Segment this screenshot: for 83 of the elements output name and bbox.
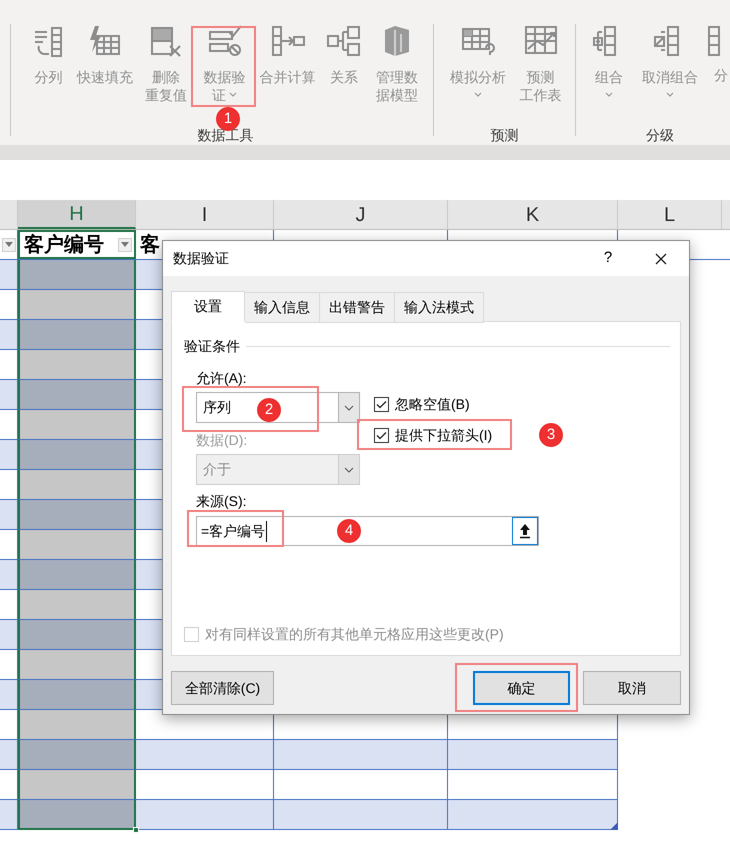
table-cell	[0, 380, 18, 410]
column-header[interactable]: J	[274, 200, 448, 229]
checkbox-label: 对有同样设置的所有其他单元格应用这些更改(P)	[205, 625, 504, 644]
merge-arrow-icon	[270, 24, 306, 58]
table-cell[interactable]	[18, 440, 136, 470]
table-cell	[0, 650, 18, 680]
tab[interactable]: 出错警告	[320, 292, 395, 323]
help-button[interactable]: ?	[593, 244, 623, 274]
table-cell[interactable]	[18, 260, 136, 290]
table-cell[interactable]	[18, 410, 136, 440]
table-cell	[0, 440, 18, 470]
section-title: 验证条件	[184, 337, 240, 356]
validation-list-icon	[206, 24, 242, 58]
dialog-button[interactable]: 全部清除(C)	[171, 671, 274, 705]
upload-arrow-icon	[519, 523, 531, 539]
tab[interactable]: 输入法模式	[395, 292, 484, 323]
table-cell[interactable]	[18, 500, 136, 530]
dialog-button[interactable]: 取消	[583, 671, 681, 705]
subtotal-icon	[708, 26, 720, 56]
table-cell[interactable]	[18, 470, 136, 500]
table-cell[interactable]	[18, 530, 136, 560]
table-cell[interactable]	[18, 710, 136, 740]
table-cell[interactable]	[18, 290, 136, 320]
table-cell	[0, 320, 18, 350]
table-cell[interactable]	[18, 590, 136, 620]
table-cell[interactable]	[18, 350, 136, 380]
table-cell	[0, 710, 18, 740]
tab[interactable]: 输入信息	[245, 292, 320, 323]
field-label: 允许(A):	[196, 369, 248, 387]
table-cell	[0, 560, 18, 590]
table-cell[interactable]	[18, 770, 136, 800]
checkbox[interactable]	[374, 428, 389, 442]
chevron-down-icon	[344, 466, 354, 472]
table-cell[interactable]	[18, 740, 136, 770]
caret-down-icon	[4, 242, 12, 247]
table-cell	[0, 500, 18, 530]
caret-down-icon	[121, 242, 129, 247]
checkmark-icon	[376, 400, 387, 408]
table-cell	[0, 290, 18, 320]
table-cell	[0, 470, 18, 500]
group-label: 分级	[646, 126, 674, 145]
column-header[interactable]: K	[448, 200, 618, 229]
table-cell[interactable]	[18, 380, 136, 410]
table-cell	[0, 770, 18, 800]
header-cell-text: 客户编号	[24, 232, 104, 257]
window-title: 数据验证	[173, 249, 229, 268]
column-header[interactable]: H	[18, 200, 136, 229]
table-cell	[0, 620, 18, 650]
relationship-icon	[326, 24, 362, 58]
resize-handle-icon	[610, 822, 618, 830]
table-cell[interactable]	[18, 620, 136, 650]
table-cell	[0, 740, 18, 770]
step-badge: 3	[539, 423, 563, 447]
close-icon	[655, 252, 667, 264]
table-cell	[0, 680, 18, 710]
checkbox-label: 忽略空值(B)	[395, 394, 470, 414]
lightning-grid-icon	[87, 24, 123, 58]
field-label: 来源(S):	[196, 492, 248, 510]
field-label: 数据(D):	[196, 431, 248, 449]
collapse-button[interactable]	[512, 517, 538, 545]
table-cell	[0, 410, 18, 440]
column-header[interactable]: I	[136, 200, 274, 229]
table-cell[interactable]	[18, 560, 136, 590]
table-cell	[0, 800, 18, 830]
column-header[interactable]: L	[618, 200, 722, 229]
group-label: 预测	[490, 126, 518, 145]
table-cell[interactable]	[18, 800, 136, 830]
table-cell	[0, 350, 18, 380]
fill-handle[interactable]	[133, 827, 139, 833]
filter-button[interactable]	[118, 238, 132, 252]
filter-button[interactable]	[2, 238, 16, 252]
tab[interactable]: 设置	[171, 291, 245, 322]
checkmark-icon	[376, 430, 387, 440]
dialog-button[interactable]: 确定	[473, 671, 570, 705]
header-cell-text: 客	[140, 232, 160, 258]
table-cell[interactable]	[18, 650, 136, 680]
table-cell[interactable]	[18, 680, 136, 710]
table-cell	[0, 590, 18, 620]
table-cell	[0, 530, 18, 560]
checkbox-label: 提供下拉箭头(I)	[395, 426, 492, 445]
checkbox[interactable]	[374, 396, 389, 412]
table-cell[interactable]	[18, 320, 136, 350]
chevron-down-icon	[344, 404, 354, 410]
